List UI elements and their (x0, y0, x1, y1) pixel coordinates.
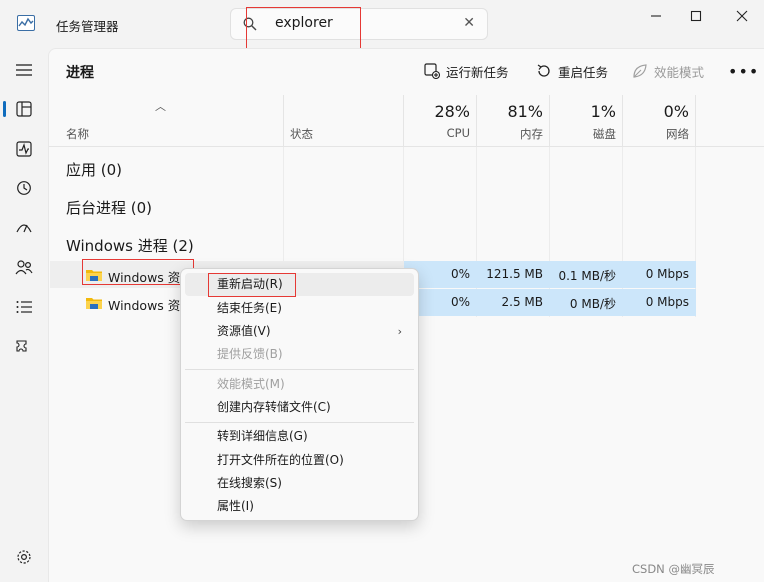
search-icon (243, 17, 257, 31)
cell-disk: 0.1 MB/秒 (558, 269, 616, 283)
maximize-icon[interactable] (684, 6, 708, 26)
processes-icon[interactable] (8, 93, 40, 125)
cell-network: 0 Mbps (645, 295, 689, 309)
details-icon[interactable] (8, 291, 40, 323)
menu-item-restart[interactable]: 重新启动(R) (185, 273, 414, 296)
more-options-icon[interactable]: ••• (728, 62, 759, 81)
services-icon[interactable] (8, 332, 40, 364)
column-header-status[interactable]: 状态 (290, 126, 313, 142)
minimize-icon[interactable] (644, 6, 668, 26)
column-header-name[interactable]: 名称 (66, 126, 89, 142)
close-icon[interactable] (730, 6, 754, 26)
cpu-percent[interactable]: 28% (404, 102, 470, 121)
context-menu: 重新启动(R) 结束任务(E) 资源值(V) › 提供反馈(B) 效能模式(M)… (180, 268, 419, 521)
column-header-network[interactable]: 网络 (623, 126, 689, 142)
task-manager-icon (17, 15, 35, 31)
column-grid-line (283, 147, 284, 261)
cell-memory: 2.5 MB (501, 295, 543, 309)
clear-search-icon[interactable]: ✕ (463, 15, 475, 31)
menu-item-create-dump[interactable]: 创建内存转储文件(C) (185, 396, 414, 419)
performance-icon[interactable] (8, 133, 40, 165)
chevron-right-icon: › (397, 325, 402, 338)
menu-item-open-location[interactable]: 打开文件所在的位置(O) (185, 449, 414, 472)
menu-item-provide-feedback: 提供反馈(B) (217, 347, 283, 361)
group-header-background[interactable]: 后台进程 (0) (66, 197, 152, 218)
column-divider (695, 95, 696, 147)
settings-gear-icon[interactable] (8, 541, 40, 573)
restart-task-label: 重启任务 (558, 64, 609, 80)
run-new-task-icon (424, 63, 440, 79)
menu-item-goto-details[interactable]: 转到详细信息(G) (185, 425, 414, 448)
cell-disk: 0 MB/秒 (569, 297, 616, 311)
watermark: CSDN @幽冥辰 (632, 562, 715, 576)
cell-network: 0 Mbps (645, 267, 689, 281)
nav-active-indicator (3, 101, 6, 117)
column-header-disk[interactable]: 磁盘 (550, 126, 616, 142)
column-header-cpu[interactable]: CPU (404, 126, 470, 140)
process-name: Windows 资 (108, 270, 181, 285)
left-navigation (0, 48, 48, 582)
page-title: 进程 (66, 65, 94, 81)
title-bar: 任务管理器 explorer ✕ (0, 0, 764, 51)
app-history-icon[interactable] (8, 172, 40, 204)
column-divider (283, 95, 284, 147)
menu-item-end-task[interactable]: 结束任务(E) (185, 297, 414, 320)
process-name: Windows 资 (108, 298, 181, 313)
group-header-windows[interactable]: Windows 进程 (2) (66, 235, 194, 256)
search-input[interactable]: explorer (275, 15, 333, 31)
restart-icon (537, 64, 550, 77)
menu-item-resource-values-label: 资源值(V) (217, 324, 271, 338)
restart-task-button[interactable]: 重启任务 (536, 60, 608, 82)
network-percent[interactable]: 0% (623, 102, 689, 121)
menu-item-search-online[interactable]: 在线搜索(S) (185, 472, 414, 495)
run-new-task-label: 运行新任务 (446, 64, 509, 80)
memory-percent[interactable]: 81% (477, 102, 543, 121)
run-new-task-button[interactable]: 运行新任务 (424, 60, 509, 82)
users-icon[interactable] (8, 251, 40, 283)
efficiency-mode-label: 效能模式 (654, 64, 705, 80)
menu-separator (185, 369, 414, 370)
sort-ascending-icon[interactable]: ︿ (155, 98, 166, 114)
menu-item-efficiency-mode: 效能模式(M) (217, 377, 285, 391)
column-header-memory[interactable]: 内存 (477, 126, 543, 142)
menu-item-resource-values[interactable]: 资源值(V) › (185, 320, 414, 343)
startup-apps-icon[interactable] (8, 211, 40, 243)
leaf-icon (633, 64, 647, 78)
search-box[interactable]: explorer ✕ (230, 8, 488, 40)
hamburger-menu-icon[interactable] (8, 54, 40, 86)
menu-item-properties[interactable]: 属性(I) (185, 495, 414, 518)
menu-separator (185, 422, 414, 423)
cell-memory: 121.5 MB (486, 267, 543, 281)
header-separator (49, 146, 764, 147)
disk-percent[interactable]: 1% (550, 102, 616, 121)
efficiency-mode-button[interactable]: 效能模式 (632, 60, 704, 82)
group-header-apps[interactable]: 应用 (0) (66, 159, 122, 180)
app-title: 任务管理器 (56, 19, 119, 34)
folder-icon (86, 270, 102, 281)
folder-icon (86, 298, 102, 309)
